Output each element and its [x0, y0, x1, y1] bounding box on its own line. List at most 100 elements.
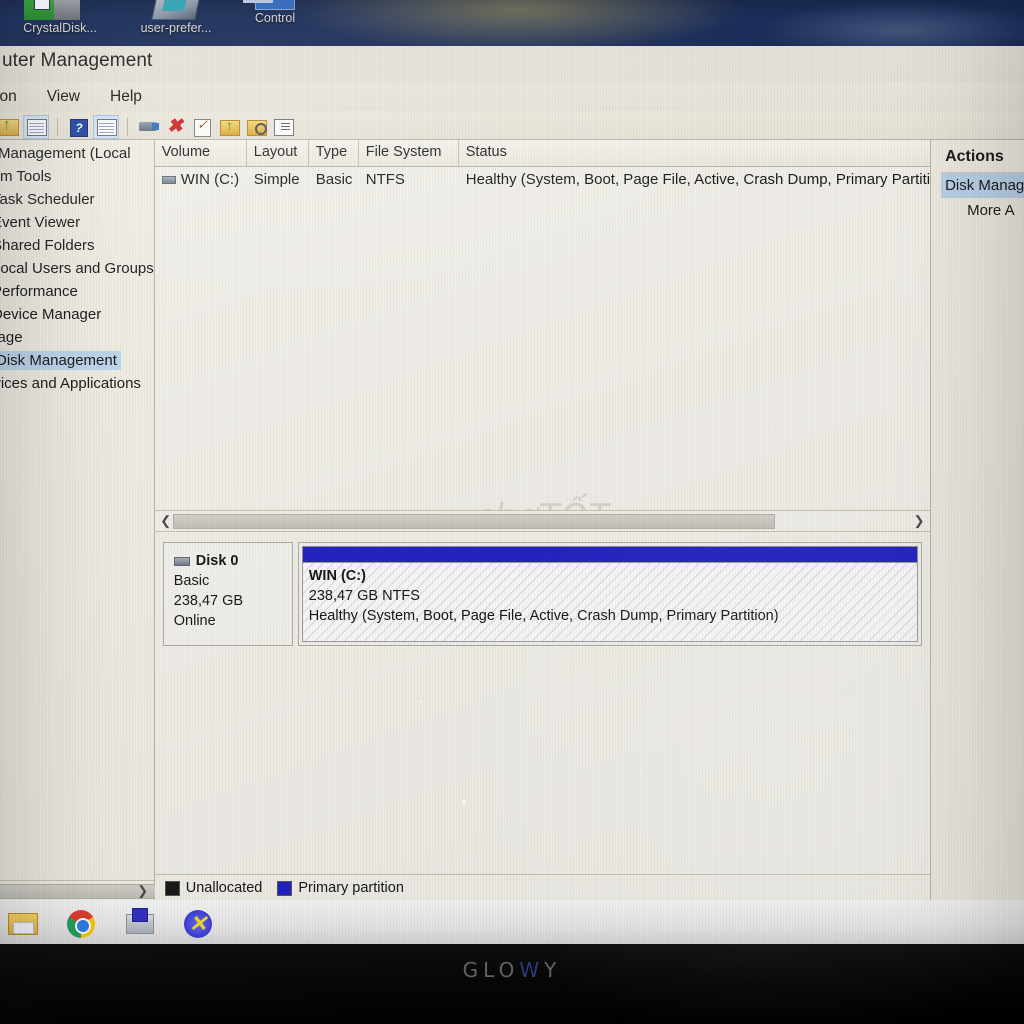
column-header-type[interactable]: Type	[309, 140, 359, 166]
back-folder-icon[interactable]	[0, 116, 20, 138]
tree-horizontal-scrollbar[interactable]: ❯	[0, 880, 171, 901]
console-tree-pane: uter Management (Local stem Tools Task S…	[0, 139, 171, 902]
desktop-icon-user-preferences[interactable]: user-prefer...	[124, 0, 228, 35]
disk-graphical-view: Disk 0 Basic 238,47 GB Online WIN (C:) 2…	[154, 532, 931, 901]
legend-swatch-unallocated	[164, 880, 180, 896]
toolbar-separator	[57, 117, 58, 136]
content-area: uter Management (Local stem Tools Task S…	[0, 139, 1024, 902]
actions-item-more-actions[interactable]: More A	[941, 198, 1024, 223]
legend-item-primary-partition: Primary partition	[277, 880, 404, 896]
tree-item-storage[interactable]: torage	[0, 326, 154, 349]
column-header-status[interactable]: Status	[459, 140, 930, 166]
laptop-screen-photo: CrystalDisk... user-prefer... Control ut…	[0, 0, 1024, 1024]
google-chrome-icon[interactable]	[64, 906, 98, 938]
disk-icon	[173, 556, 190, 566]
tree-item-label: Performance	[0, 283, 78, 300]
brand-text-w: W	[519, 958, 545, 982]
tree-item-local-users-and-groups[interactable]: Local Users and Groups	[0, 257, 154, 280]
scrollbar-thumb[interactable]	[172, 514, 775, 529]
control-panel-icon	[255, 0, 295, 10]
tree-item-label: ervices and Applications	[0, 375, 141, 392]
actions-pane: Actions Disk Manag More A	[931, 139, 1024, 902]
properties-pane-icon[interactable]	[93, 114, 119, 139]
brand-text-right: Y	[544, 958, 562, 982]
laptop-bezel: GLOWY	[0, 944, 1024, 1024]
tree-item-label: torage	[0, 329, 23, 346]
volume-icon	[161, 175, 176, 184]
export-folder-icon[interactable]	[217, 116, 241, 138]
desktop-icon-label: user-prefer...	[140, 21, 212, 35]
desktop-icon-crystaldiskinfo[interactable]: CrystalDisk...	[6, 0, 114, 35]
user-preferences-icon	[151, 0, 201, 20]
partition-container: WIN (C:) 238,47 GB NTFS Healthy (System,…	[297, 542, 923, 646]
scroll-right-arrow[interactable]: ❯	[910, 513, 928, 529]
printer-icon[interactable]	[122, 906, 156, 938]
legend: Unallocated Primary partition	[154, 874, 931, 901]
tree-item-device-manager[interactable]: Device Manager	[0, 303, 154, 326]
volume-list-header: Volume Layout Type File System Status	[154, 140, 931, 167]
partition-block[interactable]: WIN (C:) 238,47 GB NTFS Healthy (System,…	[301, 562, 919, 642]
tree-item-task-scheduler[interactable]: Task Scheduler	[0, 188, 154, 211]
volume-list-pane: Volume Layout Type File System Status WI…	[154, 140, 931, 532]
help-icon[interactable]: ?	[66, 116, 90, 138]
disk-management-pane: Volume Layout Type File System Status WI…	[153, 139, 932, 902]
file-explorer-icon[interactable]	[6, 906, 40, 938]
crystaldiskinfo-icon	[24, 0, 80, 20]
scroll-right-arrow[interactable]: ❯	[134, 883, 152, 899]
disk-type: Basic	[173, 573, 210, 589]
partition-status: Healthy (System, Boot, Page File, Active…	[308, 608, 779, 624]
menu-item-help[interactable]: Help	[106, 88, 146, 106]
tree-item-system-tools[interactable]: stem Tools	[0, 165, 154, 188]
legend-label: Primary partition	[298, 880, 404, 896]
delete-icon[interactable]: ✖	[163, 116, 187, 138]
actions-item-disk-management[interactable]: Disk Manag	[941, 173, 1024, 198]
column-header-layout[interactable]: Layout	[247, 140, 309, 166]
disk-title: Disk 0	[173, 551, 292, 571]
tree-item-label: stem Tools	[0, 168, 52, 185]
brand-text-left: GLO	[462, 958, 520, 982]
laptop-brand-logo: GLOWY	[463, 958, 562, 982]
table-row[interactable]: WIN (C:) Simple Basic NTFS Healthy (Syst…	[155, 167, 930, 191]
vlc-x-icon[interactable]	[180, 906, 214, 938]
menu-item-view[interactable]: View	[43, 88, 84, 106]
volume-list-horizontal-scrollbar[interactable]: ❮ ❯	[154, 510, 931, 531]
menu-item-action[interactable]: ion	[0, 88, 21, 106]
desktop-background: CrystalDisk... user-prefer... Control	[0, 0, 1024, 46]
volume-list-rows: WIN (C:) Simple Basic NTFS Healthy (Syst…	[154, 167, 931, 510]
disk-state: Online	[173, 613, 216, 629]
tree-item-label: uter Management (Local	[0, 145, 131, 162]
search-icon[interactable]	[244, 116, 268, 138]
column-header-volume[interactable]: Volume	[155, 140, 247, 166]
connect-icon[interactable]	[136, 116, 160, 138]
watermark: chợTỐT	[475, 497, 610, 510]
window-title: uter Management	[0, 46, 1024, 82]
disk-capacity: 238,47 GB	[173, 593, 244, 609]
list-view-icon[interactable]	[271, 116, 295, 138]
disk-name: Disk 0	[195, 553, 239, 569]
column-header-file-system[interactable]: File System	[359, 140, 459, 166]
partition-name: WIN (C:)	[308, 568, 366, 584]
tree-item-performance[interactable]: Performance	[0, 280, 154, 303]
tree-item-disk-management[interactable]: Disk Management	[0, 349, 154, 372]
tree-item-label: Shared Folders	[0, 237, 95, 254]
taskbar	[0, 900, 1024, 944]
partition-color-bar	[301, 546, 919, 562]
desktop-icon-label: CrystalDisk...	[23, 21, 97, 35]
partition-size: 238,47 GB NTFS	[308, 588, 420, 604]
legend-label: Unallocated	[185, 880, 263, 896]
show-hide-tree-icon[interactable]	[23, 114, 49, 139]
cell-status: Healthy (System, Boot, Page File, Active…	[465, 170, 931, 188]
tree-item-label: Device Manager	[0, 306, 102, 323]
tree-item-shared-folders[interactable]: Shared Folders	[0, 234, 154, 257]
tree-item-label: Local Users and Groups	[0, 260, 154, 277]
disk-info-panel[interactable]: Disk 0 Basic 238,47 GB Online	[162, 542, 293, 646]
tree-item-computer-management[interactable]: uter Management (Local	[0, 142, 154, 165]
cell-volume: WIN (C:)	[180, 170, 240, 188]
disk-row[interactable]: Disk 0 Basic 238,47 GB Online WIN (C:) 2…	[162, 542, 923, 646]
desktop-icon-control-panel[interactable]: Control	[240, 0, 310, 25]
cell-type: Basic	[315, 170, 353, 188]
tree-item-event-viewer[interactable]: Event Viewer	[0, 211, 154, 234]
tree-item-services-and-applications[interactable]: ervices and Applications	[0, 372, 154, 395]
desktop-icon-label: Control	[254, 11, 296, 25]
task-icon[interactable]	[190, 116, 214, 138]
